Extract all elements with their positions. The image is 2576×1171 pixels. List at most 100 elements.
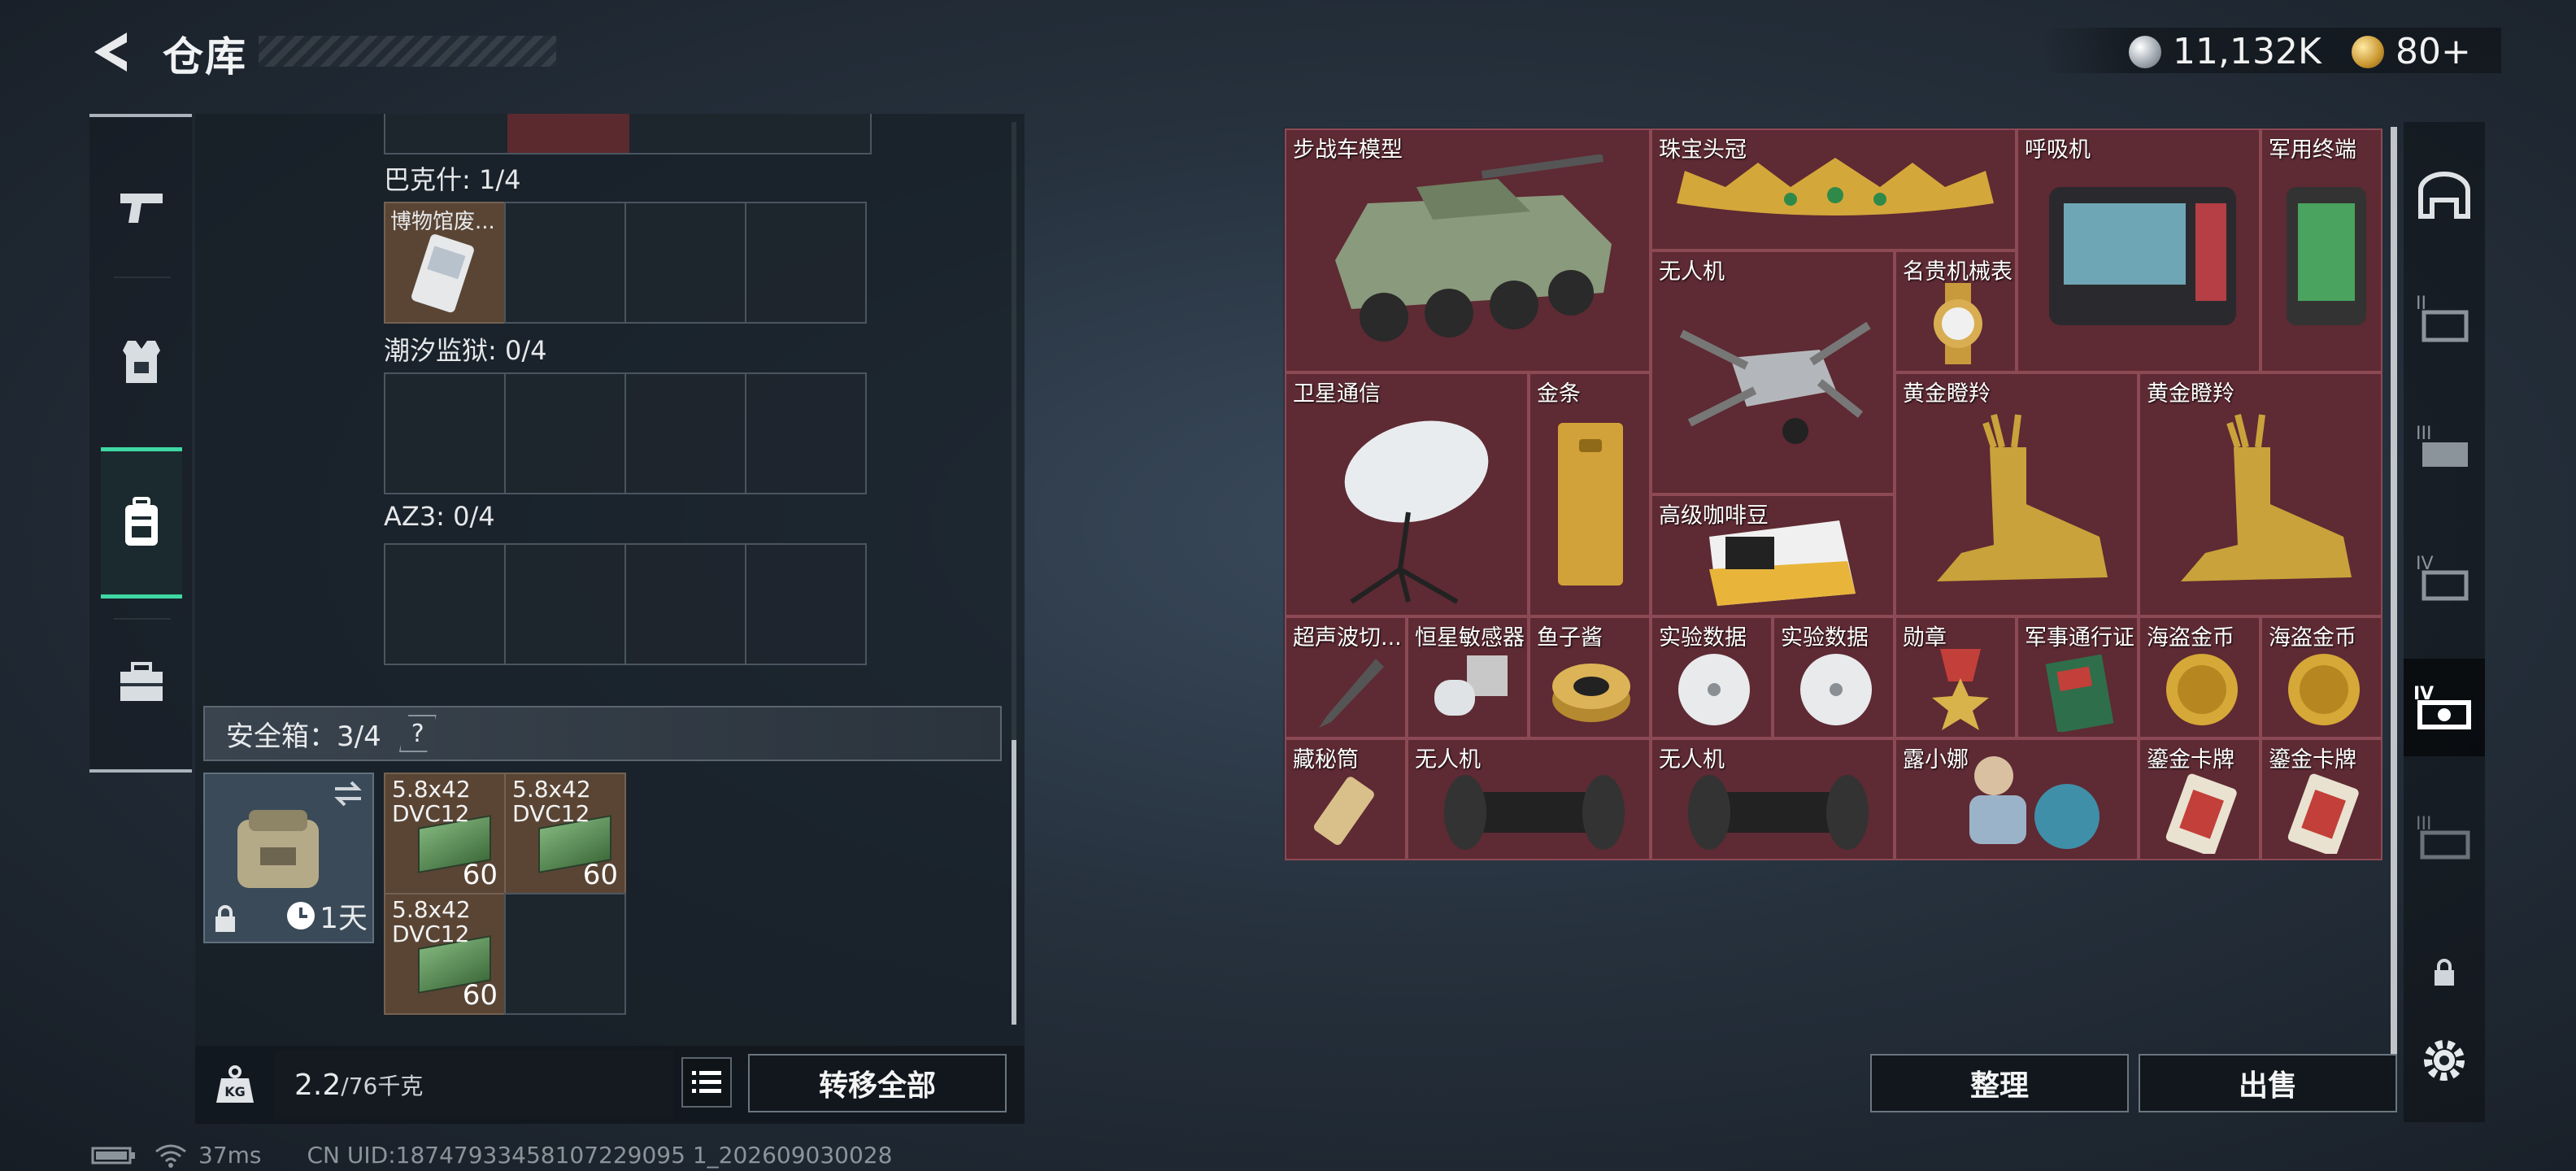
item-premium-coffee[interactable]: 高级咖啡豆 [1651, 494, 1895, 616]
item-drone-part[interactable]: 无人机 [1651, 738, 1895, 860]
ammo-count: 60 [582, 859, 618, 891]
back-arrow-icon[interactable] [88, 28, 137, 76]
sell-button[interactable]: 出售 [2139, 1054, 2397, 1112]
item-jewel-crown[interactable]: 珠宝头冠 [1651, 128, 2017, 250]
item-pirate-coin[interactable]: 海盗金币 [2139, 616, 2261, 738]
ammo-count: 60 [462, 859, 498, 891]
locked-tab [2404, 924, 2485, 1021]
watch-icon [1934, 283, 1982, 364]
item-cryptex[interactable]: 藏秘筒 [1285, 738, 1407, 860]
item-gilded-card[interactable]: 鎏金卡牌 [2139, 738, 2261, 860]
currency-gold-value: 80+ [2395, 31, 2471, 72]
empty-slot[interactable] [384, 372, 506, 494]
wifi-icon [155, 1144, 186, 1168]
item-pirate-coin[interactable]: 海盗金币 [2261, 616, 2382, 738]
item-gold-bar[interactable]: 金条 [1529, 372, 1651, 616]
item-star-sensor[interactable]: 恒星敏感器 [1407, 616, 1529, 738]
item-caviar[interactable]: 鱼子酱 [1529, 616, 1651, 738]
item-label: 博物馆废... [390, 210, 495, 234]
empty-slot[interactable] [624, 543, 746, 665]
rail-toolbox-button[interactable] [101, 638, 182, 727]
warehouse-tab-4[interactable]: IV [2404, 529, 2485, 626]
cryptex-icon [1313, 777, 1374, 846]
rail-armor-button[interactable] [101, 317, 182, 407]
item-drone[interactable]: 无人机 [1651, 250, 1895, 494]
card-icon [2287, 773, 2359, 854]
item-military-terminal[interactable]: 军用终端 [2261, 128, 2382, 372]
cropped-slot-row [384, 114, 872, 155]
gold-coin-icon [2352, 35, 2384, 68]
swap-icon[interactable] [332, 779, 364, 808]
list-view-button[interactable] [681, 1057, 732, 1108]
item-label: 鎏金卡牌 [2269, 747, 2356, 773]
medal-icon [1932, 649, 1989, 730]
empty-slot[interactable] [504, 893, 626, 1015]
ammo-item[interactable]: 5.8x42 DVC12 60 [504, 773, 626, 895]
satellite-dish-icon [1344, 420, 1489, 604]
item-label: 海盗金币 [2269, 625, 2356, 651]
item-military-pass[interactable]: 军事通行证 [2017, 616, 2139, 738]
warehouse-tab-3b[interactable]: III [2404, 789, 2485, 886]
item-golden-gazelle[interactable]: 黄金瞪羚 [1895, 372, 2139, 616]
gear-icon [2424, 1040, 2465, 1081]
item-label: 军用终端 [2269, 137, 2356, 163]
item-label: 鎏金卡牌 [2147, 747, 2234, 773]
rail-weapon-button[interactable] [101, 163, 182, 252]
ammo-item[interactable]: 5.8x42 DVC12 60 [384, 773, 506, 895]
empty-slot[interactable] [745, 543, 867, 665]
rail-backpack-button[interactable] [101, 447, 182, 599]
item-luna-figure[interactable]: 露小娜 [1895, 738, 2139, 860]
ammo-item[interactable]: 5.8x42 DVC12 60 [384, 893, 506, 1015]
settings-button[interactable] [2404, 1012, 2485, 1109]
storage-tier-3-b-icon: III [2416, 814, 2470, 860]
ping-value: 37ms [198, 1142, 262, 1169]
weight-current: 2.2 [294, 1068, 342, 1102]
item-ventilator[interactable]: 呼吸机 [2017, 128, 2261, 372]
warehouse-tab-3[interactable]: III [2404, 398, 2485, 496]
lock-icon [2435, 959, 2454, 986]
item-satellite-comm[interactable]: 卫星通信 [1285, 372, 1529, 616]
safe-box-header: 安全箱：3/4 ? [203, 706, 1002, 761]
item-experiment-data[interactable]: 实验数据 [1651, 616, 1773, 738]
help-button[interactable]: ? [398, 715, 437, 752]
group-slot-row [384, 372, 867, 494]
ventilator-icon [2049, 187, 2236, 325]
warehouse-tab-main[interactable] [2404, 146, 2485, 244]
item-luxury-watch[interactable]: 名贵机械表 [1895, 250, 2017, 372]
storage-tier-3-icon: III [2416, 424, 2468, 467]
gazelle-statue-icon [2181, 414, 2352, 581]
left-scrollbar-thumb[interactable] [1012, 740, 1016, 1025]
group-label: AZ3: 0/4 [384, 501, 495, 532]
item-label: 呼吸机 [2025, 137, 2091, 163]
gold-bar-icon [1558, 423, 1623, 586]
empty-slot[interactable] [504, 372, 626, 494]
inventory-item[interactable]: 博物馆废... [384, 202, 506, 324]
item-ultrasonic-cutter[interactable]: 超声波切... [1285, 616, 1407, 738]
gazelle-statue-icon [1937, 414, 2108, 581]
sort-button[interactable]: 整理 [1870, 1054, 2129, 1112]
item-golden-gazelle[interactable]: 黄金瞪羚 [2139, 372, 2382, 616]
warehouse-tab-2[interactable]: II [2404, 268, 2485, 366]
warehouse-tab-4b[interactable]: IV [2404, 659, 2485, 756]
item-drone-part[interactable]: 无人机 [1407, 738, 1651, 860]
empty-slot[interactable] [624, 372, 746, 494]
toolbox-icon [120, 662, 163, 701]
storage-tier-4-icon: IV [2416, 554, 2469, 601]
empty-slot[interactable] [745, 372, 867, 494]
empty-slot[interactable] [624, 202, 746, 324]
storage-main-icon [2418, 172, 2470, 219]
item-gilded-card[interactable]: 鎏金卡牌 [2261, 738, 2382, 860]
empty-slot[interactable] [504, 202, 626, 324]
item-experiment-data[interactable]: 实验数据 [1773, 616, 1895, 738]
item-medal[interactable]: 勋章 [1895, 616, 2017, 738]
item-ifv-model[interactable]: 步战车模型 [1285, 128, 1651, 372]
empty-slot[interactable] [384, 543, 506, 665]
right-scrollbar-thumb[interactable] [2391, 127, 2397, 1070]
safe-box-slot[interactable]: 1天 [203, 773, 374, 943]
currency-gold[interactable]: 80+ [2352, 31, 2471, 72]
empty-slot[interactable] [745, 202, 867, 324]
star-sensor-icon [1434, 655, 1508, 716]
transfer-all-button[interactable]: 转移全部 [748, 1054, 1007, 1112]
card-icon [2165, 773, 2237, 854]
empty-slot[interactable] [504, 543, 626, 665]
